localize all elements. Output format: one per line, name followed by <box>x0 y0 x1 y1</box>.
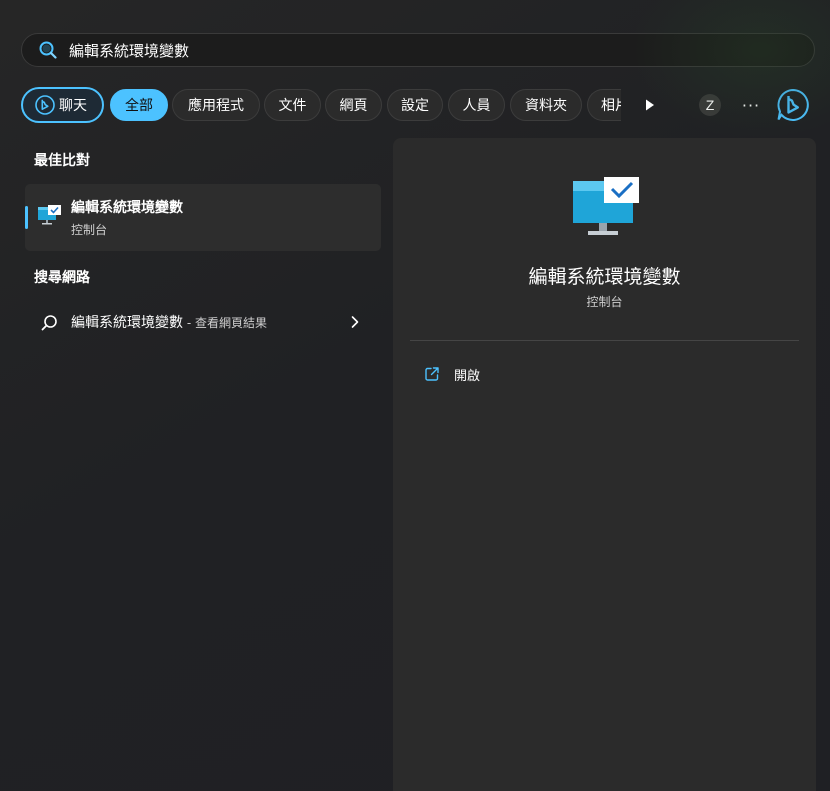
open-action-button[interactable]: 開啟 <box>410 358 799 390</box>
avatar[interactable]: Z <box>699 94 721 116</box>
filter-chip-apps[interactable]: 應用程式 <box>172 89 260 121</box>
control-panel-monitor-icon <box>38 205 61 225</box>
filter-chip-web-label: 網頁 <box>339 98 368 114</box>
control-panel-monitor-icon <box>573 177 639 235</box>
filter-chip-documents[interactable]: 文件 <box>264 89 321 121</box>
play-arrow-icon <box>646 99 654 111</box>
chevron-right-icon <box>351 316 359 328</box>
preview-subtitle: 控制台 <box>586 295 623 309</box>
bing-button[interactable] <box>775 87 811 123</box>
selection-indicator <box>25 206 28 229</box>
open-external-icon <box>425 367 439 381</box>
search-window: 聊天 全部 應用程式 文件 網頁 設定 人員 資料夾 相片 <box>0 0 830 791</box>
best-match-title: 編輯系統環境變數 <box>71 200 183 216</box>
web-search-heading: 搜尋網路 <box>34 270 90 286</box>
filter-chip-settings[interactable]: 設定 <box>387 89 443 121</box>
open-action-label: 開啟 <box>454 368 481 384</box>
avatar-initial: Z <box>705 97 715 113</box>
filter-chip-all-label: 全部 <box>125 98 153 114</box>
search-input[interactable] <box>69 41 769 59</box>
filter-chip-people[interactable]: 人員 <box>448 89 505 121</box>
preview-divider <box>410 340 799 341</box>
best-match-result[interactable]: 編輯系統環境變數 控制台 <box>25 184 381 251</box>
scroll-right-button[interactable] <box>639 95 661 115</box>
search-icon <box>41 315 57 331</box>
filter-bar: 聊天 全部 應用程式 文件 網頁 設定 人員 資料夾 相片 <box>21 87 821 123</box>
web-search-text: 編輯系統環境變數 - 查看網頁結果 <box>71 312 267 332</box>
chat-chip[interactable]: 聊天 <box>21 87 104 123</box>
filter-chip-people-label: 人員 <box>462 98 491 114</box>
web-search-suffix: - 查看網頁結果 <box>183 316 267 330</box>
search-icon <box>39 41 57 59</box>
filter-chip-apps-label: 應用程式 <box>188 98 244 114</box>
more-options-button[interactable]: ··· <box>737 93 765 117</box>
filter-chip-folders-label: 資料夾 <box>525 98 567 114</box>
filter-chip-photos[interactable]: 相片 <box>587 89 621 121</box>
bing-logo-icon <box>777 88 809 121</box>
preview-panel: 編輯系統環境變數 控制台 開啟 <box>393 138 816 791</box>
filter-chip-photos-label: 相片 <box>601 98 621 114</box>
chat-chip-label: 聊天 <box>59 98 87 114</box>
bing-chat-icon <box>35 95 55 115</box>
best-match-heading: 最佳比對 <box>34 153 90 169</box>
best-match-subtitle: 控制台 <box>71 223 108 237</box>
filter-chip-folders[interactable]: 資料夾 <box>510 89 582 121</box>
filter-chip-documents-label: 文件 <box>278 98 307 114</box>
filter-chip-settings-label: 設定 <box>401 98 429 114</box>
search-box[interactable] <box>21 33 815 67</box>
preview-title: 編輯系統環境變數 <box>528 266 681 288</box>
more-icon: ··· <box>741 95 761 115</box>
filter-chip-all[interactable]: 全部 <box>110 89 168 121</box>
web-search-query: 編輯系統環境變數 <box>71 315 183 331</box>
filter-chip-web[interactable]: 網頁 <box>325 89 382 121</box>
web-search-result[interactable]: 編輯系統環境變數 - 查看網頁結果 <box>25 302 381 342</box>
